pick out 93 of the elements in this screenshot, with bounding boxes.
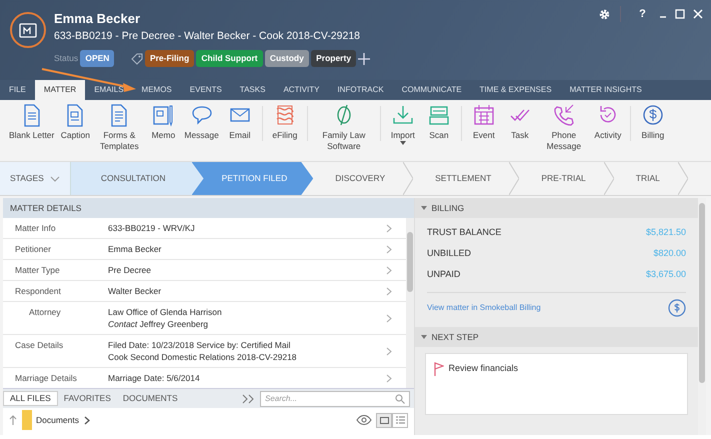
library-tab[interactable]: DOCUMENTS: [116, 392, 184, 405]
detail-label: Matter Type: [14, 264, 61, 276]
ribbon-tab[interactable]: FILE: [0, 80, 35, 100]
detail-label: Case Details: [14, 339, 64, 351]
chevron-right-icon[interactable]: [386, 346, 392, 356]
matter-client-name: Emma Becker: [54, 10, 141, 28]
flag-icon: [434, 362, 444, 376]
caret-icon: [421, 335, 427, 339]
detail-value: Cook Second Domestic Relations 2018-CV-29218: [108, 351, 297, 363]
ribbon-button[interactable]: Scan: [420, 100, 457, 141]
billing-amount: $3,675.00: [646, 268, 686, 281]
ribbon-tab[interactable]: ACTIVITY: [274, 80, 328, 100]
detail-value: Contact Jeffrey Greenberg: [108, 318, 208, 330]
search-icon: [395, 394, 405, 404]
detail-value: Emma Becker: [108, 243, 162, 255]
chevron-down-icon: [50, 176, 60, 182]
detail-value: Walter Becker: [108, 285, 162, 297]
ribbon-button[interactable]: eFiling: [266, 100, 303, 141]
detail-value: Filed Date: 10/23/2018 Service by: Certified Mail: [108, 339, 290, 351]
folder-view-button[interactable]: [376, 412, 392, 428]
ribbon-button[interactable]: Email: [222, 100, 258, 141]
stages-dropdown[interactable]: STAGES: [0, 162, 71, 195]
matter-subtitle: 633-BB0219 - Pre Decree - Walter Becker - Cook 2018-CV-29218: [54, 28, 362, 44]
ribbon-button[interactable]: Caption: [57, 100, 94, 141]
settings-icon[interactable]: [598, 8, 610, 20]
ribbon-tab[interactable]: TASKS: [230, 80, 274, 100]
dollar-icon[interactable]: [668, 299, 686, 317]
eye-icon[interactable]: [356, 415, 372, 425]
ribbon-tab[interactable]: TIME & EXPENSES: [470, 80, 561, 100]
billing-amount: $5,821.50: [646, 226, 686, 239]
billing-label: UNBILLED: [427, 247, 472, 260]
billing-label: UNPAID: [427, 268, 460, 281]
chevron-right-icon[interactable]: [386, 244, 392, 254]
detail-label: Petitioner: [14, 243, 52, 255]
ribbon-button[interactable]: Blank Letter: [6, 100, 58, 141]
detail-label: Respondent: [14, 285, 62, 297]
tag-icon: [130, 52, 143, 65]
tag[interactable]: Property: [311, 50, 356, 67]
section-header[interactable]: BILLING: [415, 198, 698, 218]
ribbon-button[interactable]: Task: [502, 100, 538, 141]
chevron-right-icon[interactable]: [386, 266, 392, 274]
status-badge: OPEN: [80, 50, 114, 67]
scrollbar[interactable]: [406, 218, 414, 388]
double-chevron-icon[interactable]: [242, 394, 256, 404]
ribbon-button[interactable]: Phone Message: [538, 100, 590, 152]
ribbon-tab[interactable]: EMAILS: [85, 80, 133, 100]
detail-value: Marriage Date: 5/6/2014: [108, 372, 200, 384]
library-tab[interactable]: FAVORITES: [58, 392, 117, 405]
caret-icon: [400, 141, 406, 145]
detail-label: Attorney: [28, 306, 62, 318]
library-tab[interactable]: ALL FILES: [3, 391, 58, 406]
scrollbar[interactable]: [698, 198, 706, 435]
tag[interactable]: Child Support: [196, 50, 263, 67]
ribbon-tab[interactable]: INFOTRACK: [328, 80, 393, 100]
chevron-right-icon[interactable]: [386, 224, 392, 232]
chevron-right-icon[interactable]: [386, 314, 392, 322]
detail-value: 633-BB0219 - WRV/KJ: [108, 222, 195, 234]
detail-label: Marriage Details: [14, 372, 78, 384]
ribbon-tab[interactable]: MEMOS: [132, 80, 181, 100]
ribbon-tab[interactable]: MATTER INSIGHTS: [560, 80, 651, 100]
up-arrow-icon[interactable]: [9, 415, 17, 425]
breadcrumb-link[interactable]: Documents: [36, 414, 79, 426]
chevron-right-icon: [84, 416, 90, 424]
detail-value: Law Office of Glenda Harrison: [108, 306, 222, 318]
add-icon[interactable]: [358, 52, 370, 65]
billing-amount: $820.00: [653, 247, 686, 260]
ribbon-button[interactable]: Activity: [590, 100, 626, 141]
ribbon-button[interactable]: Event: [466, 100, 502, 141]
ribbon-button[interactable]: Import: [384, 100, 421, 145]
next-step-text: Review financials: [448, 362, 518, 375]
billing-label: TRUST BALANCE: [427, 226, 502, 239]
list-icon: [396, 416, 404, 424]
chevron-right-icon[interactable]: [386, 374, 392, 382]
panel-header: MATTER DETAILS: [3, 198, 414, 218]
ribbon-button[interactable]: Billing: [634, 100, 671, 141]
chevron-right-icon[interactable]: [386, 286, 392, 296]
close-icon[interactable]: [691, 9, 705, 20]
list-view-button[interactable]: [392, 412, 408, 428]
detail-label: Matter Info: [14, 222, 57, 234]
maximize-icon[interactable]: [672, 9, 686, 20]
ribbon-button[interactable]: Family Law Software: [312, 100, 376, 152]
ribbon-tab[interactable]: EVENTS: [180, 80, 231, 100]
ribbon-tab[interactable]: MATTER: [34, 80, 86, 100]
tag[interactable]: Pre-Filing: [144, 50, 194, 67]
ribbon-button[interactable]: Forms & Templates: [93, 100, 146, 152]
ribbon-tab[interactable]: COMMUNICATE: [392, 80, 471, 100]
ribbon-button[interactable]: Message: [181, 100, 222, 141]
help-button[interactable]: ?: [632, 6, 654, 22]
ribbon-button[interactable]: Memo: [145, 100, 182, 141]
section-header[interactable]: NEXT STEP: [415, 327, 698, 347]
status-label: Status: [54, 52, 78, 65]
caret-icon: [421, 206, 427, 210]
detail-value: Pre Decree: [108, 264, 151, 276]
